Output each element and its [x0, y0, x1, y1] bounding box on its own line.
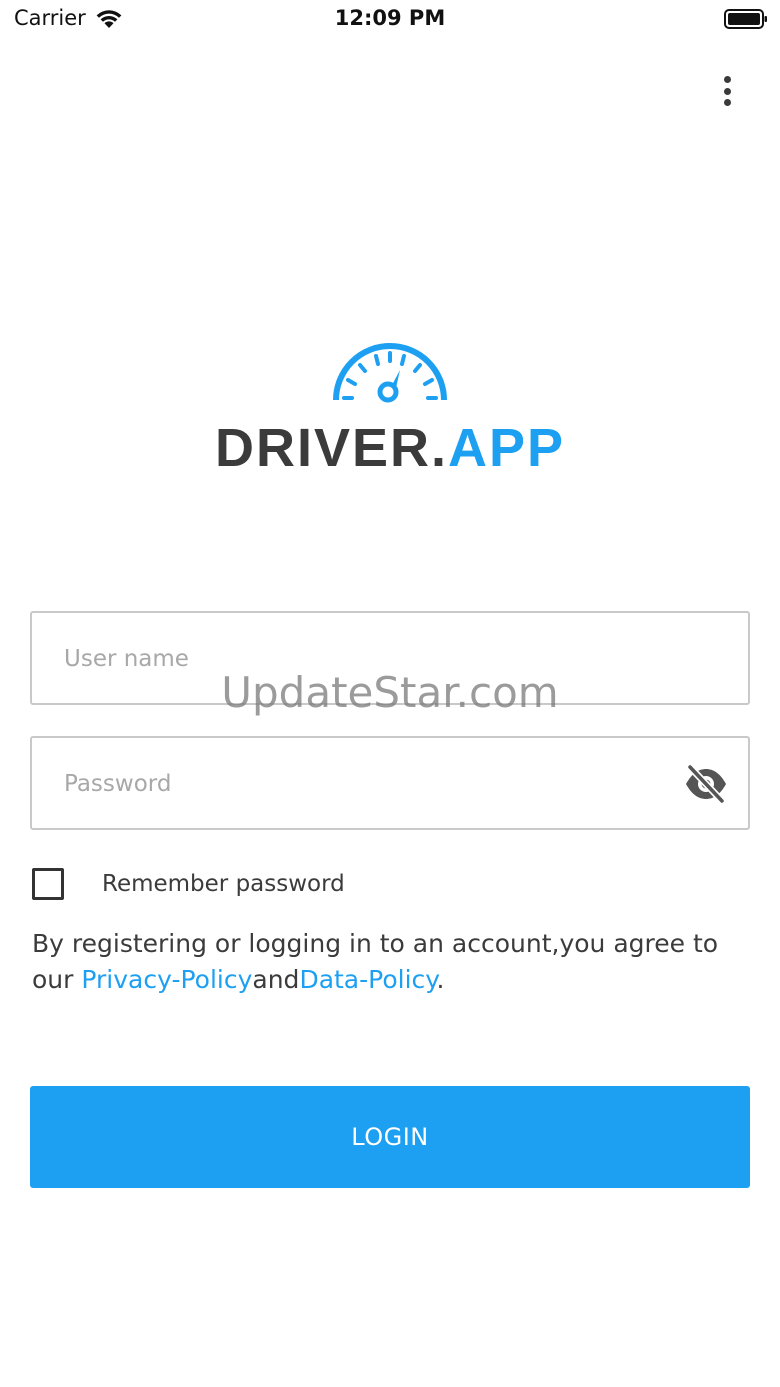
- app-name-accent: APP: [448, 418, 566, 478]
- password-field: [30, 736, 750, 830]
- remember-password-checkbox[interactable]: [32, 868, 64, 900]
- app-logo: DRIVER.APP: [0, 340, 780, 478]
- login-button[interactable]: LOGIN: [30, 1086, 750, 1188]
- remember-password-label[interactable]: Remember password: [102, 871, 345, 897]
- username-field: [30, 611, 750, 705]
- eye-off-icon[interactable]: [684, 764, 728, 804]
- more-dot: [723, 87, 731, 95]
- privacy-policy-link[interactable]: Privacy-Policy: [81, 965, 252, 994]
- terms-text: By registering or logging in to an accou…: [32, 926, 750, 998]
- speedometer-icon: [333, 343, 447, 403]
- app-name-primary: DRIVER.: [214, 418, 448, 478]
- clock: 12:09 PM: [334, 6, 446, 30]
- more-dot: [723, 99, 731, 106]
- battery-icon: [724, 9, 767, 29]
- status-bar: Carrier 12:09 PM: [0, 0, 780, 40]
- username-input[interactable]: [62, 613, 686, 705]
- terms-joiner: and: [252, 965, 300, 994]
- more-dot: [723, 76, 731, 83]
- password-input[interactable]: [62, 738, 686, 830]
- app-name: DRIVER.APP: [0, 418, 780, 478]
- more-vertical-icon[interactable]: [714, 72, 740, 110]
- data-policy-link[interactable]: Data-Policy: [299, 965, 436, 994]
- terms-suffix: .: [436, 965, 445, 994]
- remember-password-row: Remember password: [32, 866, 345, 902]
